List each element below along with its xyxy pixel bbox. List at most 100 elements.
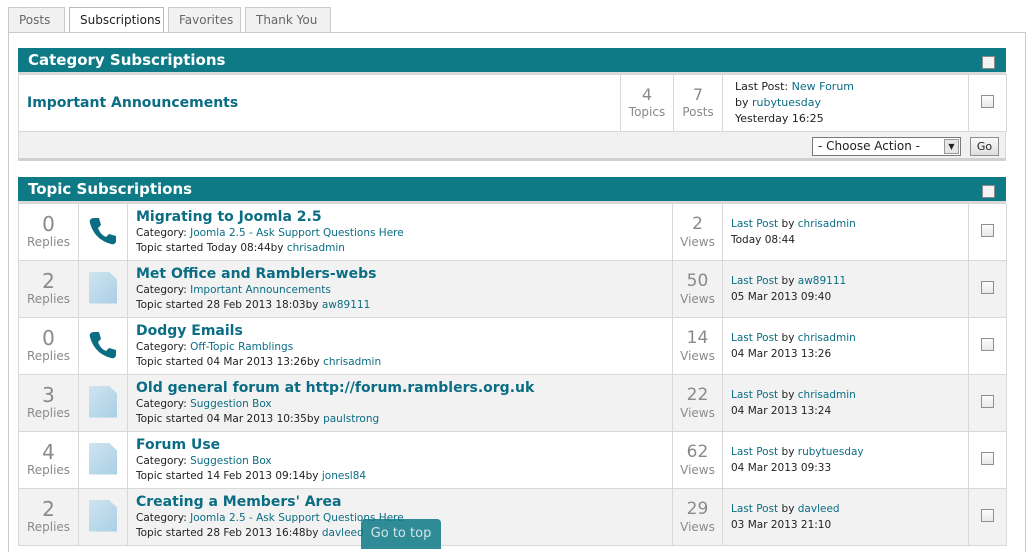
- category-name-cell: Important Announcements: [18, 74, 621, 132]
- replies-cell: 2 Replies: [18, 260, 79, 318]
- topic-icon-cell: [78, 488, 128, 546]
- tab-posts[interactable]: Posts: [8, 7, 65, 32]
- topic-subscriptions-header: Topic Subscriptions: [18, 177, 1006, 203]
- category-link[interactable]: Important Announcements: [27, 95, 238, 111]
- last-post-link[interactable]: Last Post: [731, 503, 778, 515]
- section-title: Topic Subscriptions: [28, 180, 193, 198]
- select-all-topics-checkbox[interactable]: [982, 185, 995, 198]
- category-label: Category:: [136, 454, 187, 467]
- topic-table: 0 Replies Migrating to Joomla 2.5 Catego…: [18, 203, 1007, 546]
- last-post-author-link[interactable]: chrisadmin: [798, 389, 856, 401]
- views-cell: 2 Views: [672, 203, 723, 261]
- last-post-author-link[interactable]: chrisadmin: [798, 332, 856, 344]
- topic-started-label: Topic started: [136, 241, 204, 254]
- topic-icon-cell: [78, 317, 128, 375]
- last-post-link[interactable]: Last Post: [731, 332, 778, 344]
- topic-checkbox[interactable]: [981, 452, 994, 465]
- topic-title-link[interactable]: Met Office and Ramblers-webs: [136, 266, 672, 283]
- section-title: Category Subscriptions: [28, 51, 226, 69]
- topic-title-link[interactable]: Forum Use: [136, 437, 672, 454]
- topic-started-time: 04 Mar 2013 13:26: [206, 355, 307, 368]
- last-post-author-link[interactable]: aw89111: [798, 275, 846, 287]
- topic-title-link[interactable]: Dodgy Emails: [136, 323, 672, 340]
- topic-author-link[interactable]: paulstrong: [323, 413, 379, 425]
- topic-checkbox[interactable]: [981, 224, 994, 237]
- views-count: 14: [686, 328, 709, 348]
- tab-favorites[interactable]: Favorites: [168, 7, 241, 32]
- topic-checkbox-cell: [968, 317, 1007, 375]
- by-label: by: [270, 241, 284, 254]
- topic-title-link[interactable]: Old general forum at http://forum.ramble…: [136, 380, 672, 397]
- tab-subscriptions[interactable]: Subscriptions: [69, 7, 164, 33]
- topic-row: 0 Replies Dodgy Emails Category: Off-Top…: [18, 317, 1007, 375]
- by-label: by: [781, 332, 795, 344]
- last-post-author-link[interactable]: chrisadmin: [798, 218, 856, 230]
- last-post-link[interactable]: Last Post: [731, 389, 778, 401]
- category-table: Important Announcements 4 Topics 7 Posts…: [18, 74, 1007, 132]
- topic-checkbox[interactable]: [981, 338, 994, 351]
- category-subscriptions-section: Category Subscriptions Important Announc…: [18, 48, 1007, 161]
- views-count: 22: [686, 385, 709, 405]
- topic-category-link[interactable]: Joomla 2.5 - Ask Support Questions Here: [190, 227, 404, 239]
- topic-started-label: Topic started: [136, 469, 204, 482]
- last-post-label: Last Post:: [735, 80, 789, 93]
- topic-title-link[interactable]: Migrating to Joomla 2.5: [136, 209, 672, 226]
- by-label: by: [781, 218, 795, 230]
- go-to-top-button[interactable]: Go to top: [361, 519, 441, 549]
- last-post-link[interactable]: Last Post: [731, 218, 778, 230]
- topic-last-post-cell: Last Post by davleed 03 Mar 2013 21:10: [722, 488, 969, 546]
- last-post-author-link[interactable]: davleed: [798, 503, 840, 515]
- topic-started-label: Topic started: [136, 526, 204, 539]
- document-icon: [89, 499, 117, 532]
- topic-category-link[interactable]: Suggestion Box: [190, 398, 272, 410]
- by-label: by: [306, 355, 320, 368]
- topic-started-label: Topic started: [136, 412, 204, 425]
- last-post-author-link[interactable]: rubytuesday: [752, 96, 821, 109]
- select-all-categories-checkbox[interactable]: [982, 56, 995, 69]
- topic-main-cell: Dodgy Emails Category: Off-Topic Ramblin…: [127, 317, 673, 375]
- by-label: by: [306, 412, 320, 425]
- topic-subscriptions-section: Topic Subscriptions 0 Replies Migrating …: [18, 177, 1007, 546]
- dropdown-arrow-icon[interactable]: ▼: [944, 139, 959, 154]
- topic-main-cell: Old general forum at http://forum.ramble…: [127, 374, 673, 432]
- last-post-time: 04 Mar 2013 13:26: [731, 348, 832, 360]
- views-cell: 50 Views: [672, 260, 723, 318]
- replies-label: Replies: [26, 463, 71, 477]
- topic-started-time: 28 Feb 2013 16:48: [206, 526, 306, 539]
- topic-icon-cell: [78, 374, 128, 432]
- views-count: 62: [686, 442, 709, 462]
- last-post-link[interactable]: Last Post: [731, 446, 778, 458]
- profile-tabs: Posts Subscriptions Favorites Thank You: [8, 7, 335, 33]
- last-post-link[interactable]: Last Post: [731, 275, 778, 287]
- topic-author-link[interactable]: jonesl84: [322, 470, 366, 482]
- last-post-title-link[interactable]: New Forum: [792, 80, 854, 93]
- category-label: Category:: [136, 340, 187, 353]
- topic-author-link[interactable]: chrisadmin: [323, 356, 381, 368]
- category-action-bar: - Choose Action - ▼ Go: [18, 132, 1006, 161]
- topic-checkbox[interactable]: [981, 395, 994, 408]
- topic-category-link[interactable]: Off-Topic Ramblings: [190, 341, 293, 353]
- views-label: Views: [680, 349, 715, 363]
- last-post-time: Yesterday 16:25: [735, 112, 824, 125]
- topic-category-link[interactable]: Important Announcements: [190, 284, 331, 296]
- topic-started-label: Topic started: [136, 298, 204, 311]
- last-post-author-link[interactable]: rubytuesday: [798, 446, 864, 458]
- topic-checkbox[interactable]: [981, 281, 994, 294]
- tab-thank-you[interactable]: Thank You: [245, 7, 331, 32]
- topic-last-post-cell: Last Post by aw89111 05 Mar 2013 09:40: [722, 260, 969, 318]
- topic-author-link[interactable]: aw89111: [322, 299, 370, 311]
- go-button[interactable]: Go: [970, 137, 999, 156]
- topic-row: 2 Replies Creating a Members' Area Categ…: [18, 488, 1007, 546]
- topic-category-link[interactable]: Suggestion Box: [190, 455, 272, 467]
- topic-main-cell: Forum Use Category: Suggestion Box Topic…: [127, 431, 673, 489]
- replies-cell: 0 Replies: [18, 203, 79, 261]
- views-label: Views: [680, 292, 715, 306]
- category-checkbox[interactable]: [981, 95, 994, 108]
- topic-author-link[interactable]: davleed: [322, 527, 364, 539]
- topic-checkbox[interactable]: [981, 509, 994, 522]
- choose-action-select[interactable]: - Choose Action - ▼: [812, 137, 961, 156]
- topic-title-link[interactable]: Creating a Members' Area: [136, 494, 672, 511]
- topic-row: 3 Replies Old general forum at http://fo…: [18, 374, 1007, 432]
- replies-cell: 2 Replies: [18, 488, 79, 546]
- topic-author-link[interactable]: chrisadmin: [287, 242, 345, 254]
